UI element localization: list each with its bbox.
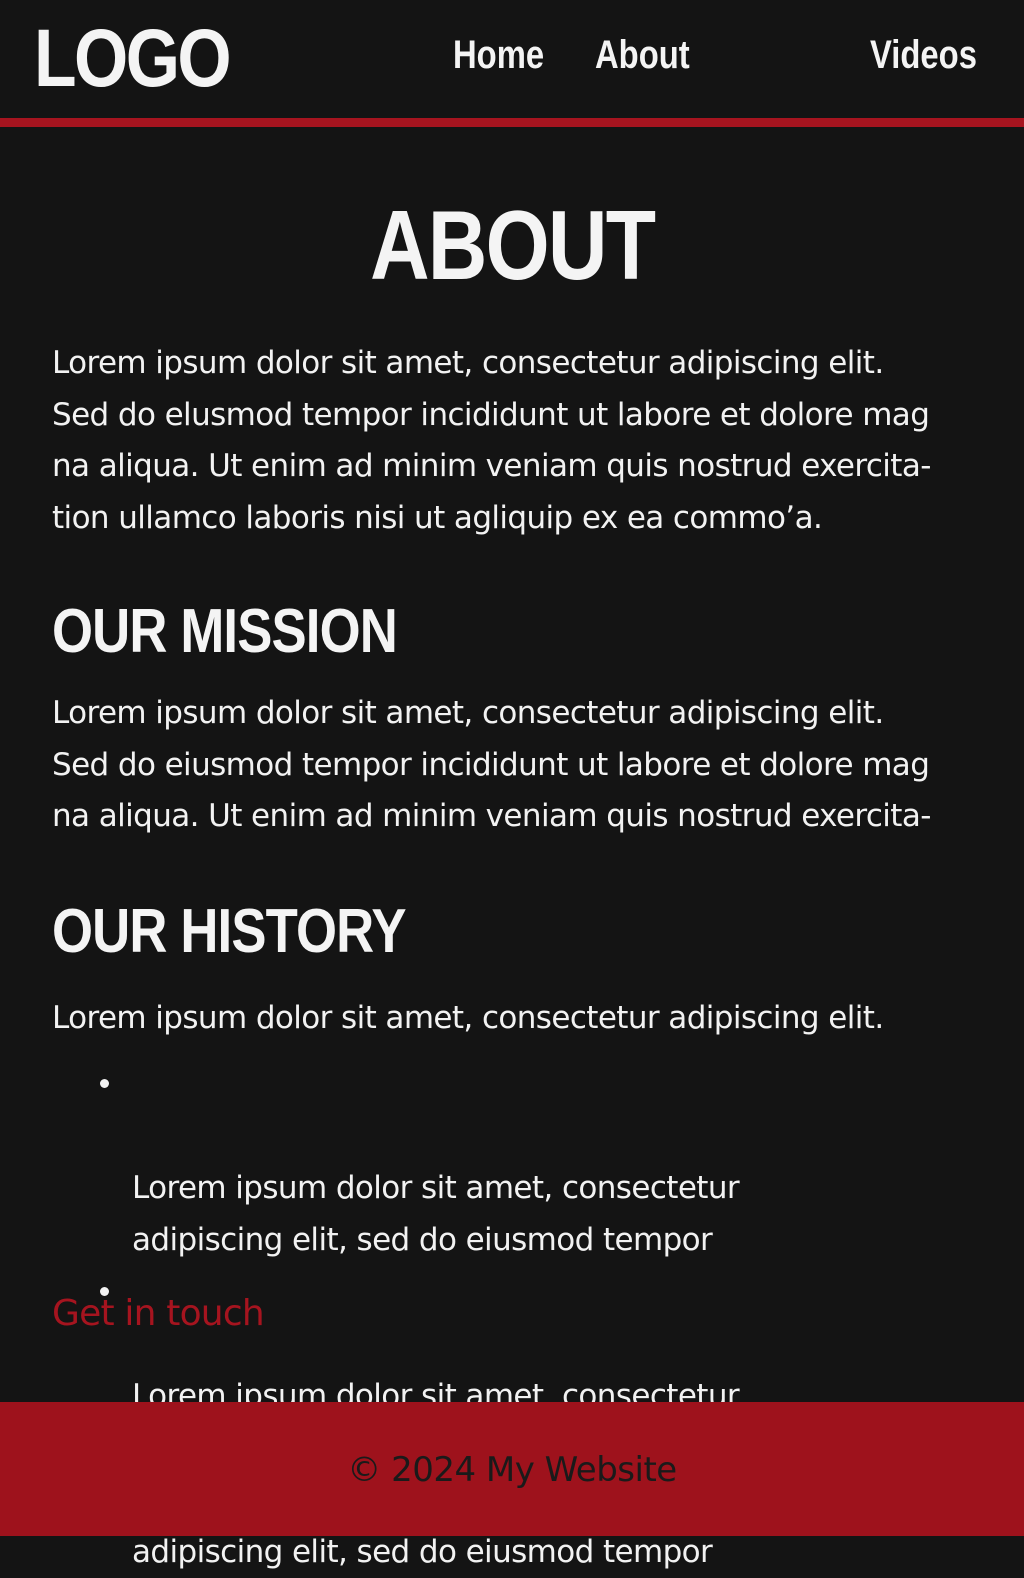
history-bullet-item: Lorem ipsum dolor sit amet, consectetur … bbox=[96, 1058, 856, 1266]
site-header: LOGO Home About Videos bbox=[0, 0, 1024, 118]
history-heading: OUR HISTORY bbox=[52, 897, 407, 966]
header-divider bbox=[0, 118, 1024, 127]
intro-paragraph: Lorem ipsum dolor sit amet, consectetur … bbox=[52, 345, 931, 536]
mission-heading: OUR MISSION bbox=[52, 597, 398, 666]
mission-paragraph: Lorem ipsum dolor sit amet, consectetur … bbox=[52, 695, 931, 834]
nav-home-link[interactable]: Home bbox=[453, 30, 544, 80]
nav-videos-link[interactable]: Videos bbox=[870, 30, 977, 80]
footer-copyright: © 2024 My Website bbox=[347, 1450, 677, 1490]
site-footer: © 2024 My Website bbox=[0, 1402, 1024, 1536]
page-title-text: ABOUT bbox=[369, 190, 656, 300]
get-in-touch-link[interactable]: Get in touch bbox=[52, 1290, 265, 1338]
nav-about-link[interactable]: About bbox=[595, 30, 690, 80]
bullet-text: Lorem ipsum dolor sit amet, consectetur … bbox=[132, 1170, 740, 1258]
logo[interactable]: LOGO bbox=[34, 14, 232, 104]
bullet-text: adipiscing elit, sed do eiusmod tempor bbox=[132, 1534, 713, 1570]
page-title: ABOUT bbox=[0, 192, 1024, 298]
bullet-icon bbox=[100, 1079, 109, 1088]
history-paragraph: Lorem ipsum dolor sit amet, consectetur … bbox=[52, 1000, 884, 1036]
